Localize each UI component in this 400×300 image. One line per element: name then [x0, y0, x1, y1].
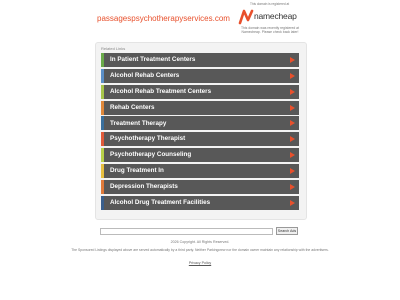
related-link-label: Alcohol Rehab Treatment Centers — [110, 87, 212, 95]
related-link-label: Alcohol Rehab Centers — [110, 72, 180, 80]
arrow-right-icon — [290, 199, 295, 206]
arrow-right-icon — [290, 152, 295, 159]
sponsored-disclaimer: The Sponsored Listings displayed above a… — [71, 248, 329, 252]
domain-title: passagespsychotherapyservices.com — [97, 14, 230, 23]
related-link-label: Depression Therapists — [110, 182, 178, 190]
related-link-label: Psychotherapy Counseling — [110, 151, 192, 159]
copyright-text: 2026 Copyright. All Rights Reserved. — [170, 240, 230, 244]
arrow-right-icon — [290, 183, 295, 190]
namecheap-logo-text[interactable]: namecheap — [254, 11, 297, 21]
related-link[interactable]: In Patient Treatment Centers — [101, 53, 299, 67]
arrow-right-icon — [290, 120, 295, 127]
related-link-label: Treatment Therapy — [110, 119, 167, 127]
arrow-right-icon — [290, 136, 295, 143]
related-link[interactable]: Alcohol Rehab Centers — [101, 68, 299, 83]
namecheap-note: This domain was recently registered at N… — [240, 26, 300, 35]
related-link[interactable]: Alcohol Drug Treatment Facilities — [101, 195, 299, 210]
namecheap-registered-note: This domain is registered at — [250, 2, 290, 6]
arrow-right-icon — [290, 72, 295, 79]
related-link-label: Drug Treatment In — [110, 167, 164, 175]
related-link[interactable]: Psychotherapy Therapist — [101, 132, 299, 147]
arrow-right-icon — [290, 167, 295, 174]
arrow-right-icon — [290, 57, 295, 63]
related-link[interactable]: Psychotherapy Counseling — [101, 148, 299, 163]
related-link-label: Rehab Centers — [110, 103, 155, 111]
related-links-list: In Patient Treatment Centers Alcohol Reha… — [101, 53, 299, 211]
search-ads-button[interactable]: Search Ads — [276, 227, 298, 235]
related-link[interactable]: Treatment Therapy — [101, 116, 299, 131]
related-link-label: In Patient Treatment Centers — [110, 56, 196, 64]
related-link[interactable]: Drug Treatment In — [101, 163, 299, 178]
related-links-title: Related Links — [101, 46, 126, 51]
related-link[interactable]: Rehab Centers — [101, 100, 299, 115]
arrow-right-icon — [290, 88, 295, 95]
search-input[interactable] — [100, 228, 273, 235]
related-link-label: Psychotherapy Therapist — [110, 135, 186, 143]
arrow-right-icon — [290, 104, 295, 111]
privacy-policy-link[interactable]: Privacy Policy — [0, 261, 400, 265]
related-link[interactable]: Depression Therapists — [101, 179, 299, 194]
related-link-label: Alcohol Drug Treatment Facilities — [110, 198, 211, 206]
related-link[interactable]: Alcohol Rehab Treatment Centers — [101, 84, 299, 99]
